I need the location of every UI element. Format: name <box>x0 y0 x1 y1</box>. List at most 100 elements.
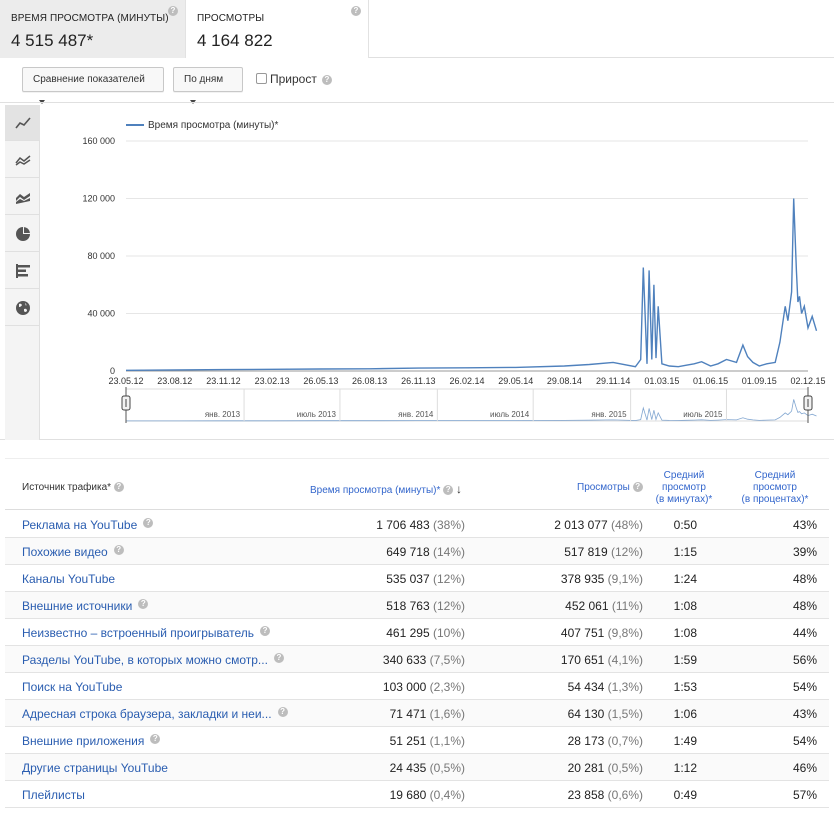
column-header-watch-time[interactable]: Время просмотра (минуты)* ? ↓ <box>310 482 462 496</box>
source-name[interactable]: Плейлисты <box>22 788 85 802</box>
source-link[interactable]: Разделы YouTube, в которых можно смотр..… <box>22 652 284 667</box>
compare-metrics-dropdown[interactable]: Сравнение показателей <box>22 67 164 105</box>
metric-card-views[interactable]: ПРОСМОТРЫ 4 164 822 ? <box>186 0 369 58</box>
source-link[interactable]: Поиск на YouTube <box>22 680 122 694</box>
help-icon[interactable]: ? <box>113 482 124 493</box>
avg-percentage-cell: 54% <box>792 680 817 694</box>
watch-value: 461 295 <box>386 626 430 640</box>
source-link[interactable]: Каналы YouTube <box>22 572 115 586</box>
table-row: Неизвестно – встроенный проигрыватель? 46… <box>5 619 829 646</box>
help-icon[interactable]: ? <box>150 733 161 744</box>
watch-time-cell: 71 471 (1,6%) <box>390 707 465 721</box>
views-cell: 20 281 (0,5%) <box>568 761 643 775</box>
source-link[interactable]: Адресная строка браузера, закладки и неи… <box>22 706 288 721</box>
source-name[interactable]: Другие страницы YouTube <box>22 761 168 775</box>
x-tick-label: 29.08.14 <box>547 376 582 386</box>
metric-title: ПРОСМОТРЫ <box>197 13 265 24</box>
multiline-chart-button[interactable] <box>5 142 40 178</box>
avg-duration-cell: 1:15 <box>673 545 697 559</box>
source-name[interactable]: Внешние источники <box>22 599 132 613</box>
watch-value: 19 680 <box>389 788 427 802</box>
views-value: 54 434 <box>567 680 605 694</box>
x-tick-label: 01.03.15 <box>644 376 679 386</box>
watch-share: (38%) <box>432 518 465 532</box>
avg-duration-cell: 1:59 <box>673 653 697 667</box>
series-line <box>125 198 818 371</box>
column-header-source[interactable]: Источник трафика* ? <box>22 482 124 493</box>
source-name[interactable]: Неизвестно – встроенный проигрыватель <box>22 626 254 640</box>
avg-duration-cell: 1:12 <box>673 761 697 775</box>
column-header-avg-percentage[interactable]: Средний просмотр (в процентах)* <box>735 470 815 506</box>
views-value: 170 651 <box>560 653 605 667</box>
help-icon[interactable]: ? <box>273 652 284 663</box>
views-cell: 2 013 077 (48%) <box>554 518 643 532</box>
pie-chart-button[interactable] <box>5 216 40 252</box>
avg-duration-cell: 0:50 <box>673 518 697 532</box>
table-row: Каналы YouTube 535 037 (12%) 378 935 (9,1%… <box>5 565 829 592</box>
views-share: (0,7%) <box>607 734 643 748</box>
help-icon[interactable]: ? <box>632 482 643 493</box>
source-link[interactable]: Плейлисты <box>22 788 85 802</box>
source-link[interactable]: Внешние источники? <box>22 598 149 613</box>
help-icon[interactable]: ? <box>260 625 271 636</box>
watch-share: (12%) <box>432 599 465 613</box>
help-icon[interactable]: ? <box>138 598 149 609</box>
watch-value: 103 000 <box>382 680 427 694</box>
watch-time-cell: 51 251 (1,1%) <box>390 734 465 748</box>
help-icon[interactable]: ? <box>322 75 332 85</box>
table-row: Похожие видео? 649 718 (14%) 517 819 (12%)… <box>5 538 829 565</box>
help-icon[interactable]: ? <box>168 6 178 16</box>
header-line: просмотр <box>662 482 706 493</box>
views-share: (0,5%) <box>607 761 643 775</box>
avg-duration-cell: 1:08 <box>673 626 697 640</box>
watch-share: (7,5%) <box>429 653 465 667</box>
header-label: Источник трафика* <box>22 482 112 493</box>
legend-label: Время просмотра (минуты)* <box>148 120 279 131</box>
source-name[interactable]: Адресная строка браузера, закладки и неи… <box>22 707 272 721</box>
source-name[interactable]: Похожие видео <box>22 545 108 559</box>
avg-percentage-cell: 57% <box>792 788 817 802</box>
help-icon[interactable]: ? <box>443 485 454 496</box>
chart-area: Время просмотра (минуты)* 0 40 000 80 000 12… <box>0 102 834 440</box>
geo-chart-button[interactable] <box>5 290 40 326</box>
source-name[interactable]: Поиск на YouTube <box>22 680 122 694</box>
help-icon[interactable]: ? <box>351 6 361 16</box>
source-name[interactable]: Каналы YouTube <box>22 572 115 586</box>
watch-share: (12%) <box>432 572 465 586</box>
source-link[interactable]: Неизвестно – встроенный проигрыватель? <box>22 625 271 640</box>
views-share: (9,1%) <box>607 572 643 586</box>
dropdown-label: Сравнение показателей <box>33 74 145 85</box>
source-name[interactable]: Внешние приложения <box>22 734 144 748</box>
table-header: Источник трафика* ? Время просмотра (мин… <box>5 458 829 510</box>
globe-icon <box>15 300 30 315</box>
bar-chart-button[interactable] <box>5 253 40 289</box>
views-cell: 64 130 (1,5%) <box>568 707 643 721</box>
watch-time-line-chart[interactable]: Время просмотра (минуты)* 0 40 000 80 000 12… <box>40 103 830 439</box>
watch-share: (1,6%) <box>429 707 465 721</box>
line-chart-icon <box>14 116 31 128</box>
watch-value: 24 435 <box>389 761 427 775</box>
metric-card-watch-time[interactable]: ВРЕМЯ ПРОСМОТРА (МИНУТЫ) 4 515 487* ? <box>0 0 186 58</box>
watch-share: (10%) <box>432 626 465 640</box>
help-icon[interactable]: ? <box>143 517 154 528</box>
source-name[interactable]: Реклама на YouTube <box>22 518 137 532</box>
source-link[interactable]: Другие страницы YouTube <box>22 761 168 775</box>
y-tick-label: 120 000 <box>82 194 115 204</box>
column-header-avg-duration[interactable]: Средний просмотр (в минутах)* <box>653 470 715 506</box>
source-link[interactable]: Внешние приложения? <box>22 733 161 748</box>
header-line: (в процентах)* <box>741 494 809 505</box>
views-value: 28 173 <box>567 734 605 748</box>
help-icon[interactable]: ? <box>113 544 124 555</box>
growth-checkbox[interactable] <box>256 73 267 84</box>
line-chart-button[interactable] <box>5 105 40 141</box>
views-cell: 452 061 (11%) <box>565 599 643 613</box>
period-dropdown[interactable]: По дням <box>173 67 243 105</box>
header-line: (в минутах)* <box>655 494 713 505</box>
watch-time-cell: 1 706 483 (38%) <box>376 518 465 532</box>
help-icon[interactable]: ? <box>277 706 288 717</box>
source-name[interactable]: Разделы YouTube, в которых можно смотр..… <box>22 653 268 667</box>
column-header-views[interactable]: Просмотры ? <box>577 482 643 493</box>
source-link[interactable]: Реклама на YouTube? <box>22 517 154 532</box>
source-link[interactable]: Похожие видео? <box>22 544 124 559</box>
area-chart-button[interactable] <box>5 179 40 215</box>
